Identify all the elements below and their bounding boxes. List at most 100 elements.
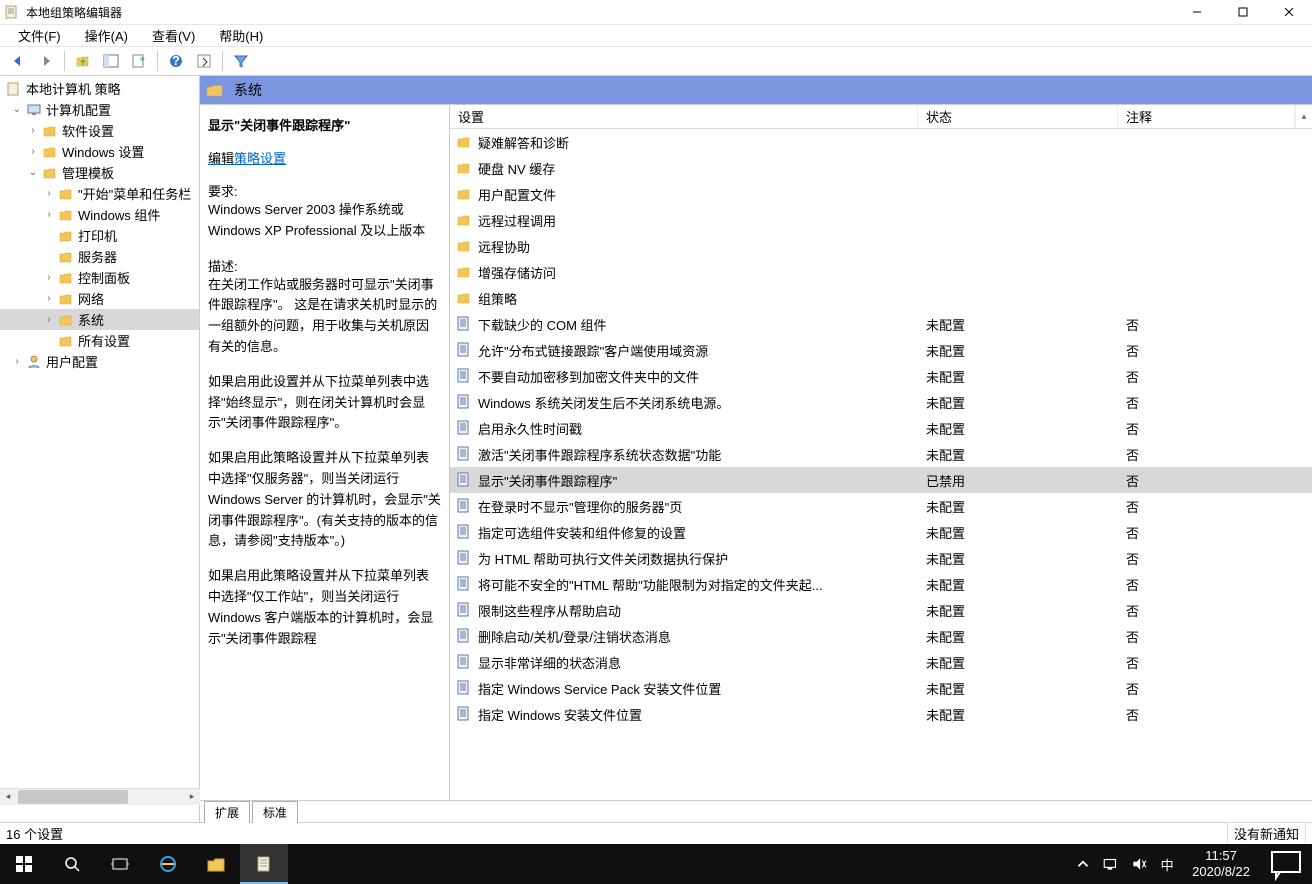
folder-icon bbox=[58, 333, 74, 349]
description-text: 如果启用此设置并从下拉菜单列表中选择"始终显示"，则在闭关计算机时会显示"关闭事… bbox=[208, 372, 441, 434]
taskbar-explorer[interactable] bbox=[192, 844, 240, 884]
tree-printers[interactable]: 打印机 bbox=[0, 225, 199, 246]
column-state[interactable]: 状态 bbox=[918, 105, 1118, 128]
list-folder-row[interactable]: 疑难解答和诊断 bbox=[450, 129, 1312, 155]
list-folder-row[interactable]: 远程协助 bbox=[450, 233, 1312, 259]
tree-user-config[interactable]: › 用户配置 bbox=[0, 351, 199, 372]
show-hide-tree-button[interactable] bbox=[99, 49, 123, 73]
filter-button[interactable] bbox=[229, 49, 253, 73]
tree-software-settings[interactable]: › 软件设置 bbox=[0, 120, 199, 141]
tab-standard[interactable]: 标准 bbox=[252, 801, 298, 823]
list-policy-row[interactable]: 指定可选组件安装和组件修复的设置未配置否 bbox=[450, 519, 1312, 545]
list-policy-row[interactable]: 启用永久性时间戳未配置否 bbox=[450, 415, 1312, 441]
properties-button[interactable] bbox=[192, 49, 216, 73]
policy-comment: 否 bbox=[1118, 393, 1312, 412]
tray-chevron-icon[interactable] bbox=[1074, 855, 1092, 873]
expander-icon[interactable]: › bbox=[42, 292, 56, 306]
tree-network[interactable]: › 网络 bbox=[0, 288, 199, 309]
start-button[interactable] bbox=[0, 844, 48, 884]
expander-icon[interactable]: › bbox=[42, 187, 56, 201]
tree-hscroll[interactable]: ◂ ▸ bbox=[0, 788, 200, 804]
export-button[interactable] bbox=[127, 49, 151, 73]
taskbar-gpedit[interactable] bbox=[240, 844, 288, 884]
search-button[interactable] bbox=[48, 844, 96, 884]
list-policy-row[interactable]: Windows 系统关闭发生后不关闭系统电源。未配置否 bbox=[450, 389, 1312, 415]
menu-help[interactable]: 帮助(H) bbox=[207, 24, 275, 47]
list-folder-row[interactable]: 远程过程调用 bbox=[450, 207, 1312, 233]
column-comment[interactable]: 注释 bbox=[1118, 105, 1295, 128]
maximize-button[interactable] bbox=[1220, 0, 1266, 24]
forward-button[interactable] bbox=[34, 49, 58, 73]
taskbar-ie[interactable] bbox=[144, 844, 192, 884]
policy-label: 指定 Windows 安装文件位置 bbox=[478, 705, 642, 724]
list-folder-row[interactable]: 增强存储访问 bbox=[450, 259, 1312, 285]
policy-label: 在登录时不显示"管理你的服务器"页 bbox=[478, 497, 682, 516]
list-policy-row[interactable]: 显示非常详细的状态消息未配置否 bbox=[450, 649, 1312, 675]
up-button[interactable] bbox=[71, 49, 95, 73]
column-setting[interactable]: 设置 bbox=[450, 105, 918, 128]
policy-comment: 否 bbox=[1118, 445, 1312, 464]
list-policy-row[interactable]: 在登录时不显示"管理你的服务器"页未配置否 bbox=[450, 493, 1312, 519]
expander-icon[interactable]: › bbox=[42, 208, 56, 222]
policy-icon bbox=[456, 576, 472, 592]
policy-state: 未配置 bbox=[918, 549, 1118, 568]
tree-system[interactable]: › 系统 bbox=[0, 309, 199, 330]
policy-comment: 否 bbox=[1118, 627, 1312, 646]
menu-view[interactable]: 查看(V) bbox=[140, 24, 207, 47]
expander-icon[interactable]: › bbox=[26, 124, 40, 138]
tree-computer-config[interactable]: ⌄ 计算机配置 bbox=[0, 99, 199, 120]
list-folder-row[interactable]: 组策略 bbox=[450, 285, 1312, 311]
expander-icon[interactable]: › bbox=[42, 271, 56, 285]
folder-icon bbox=[456, 186, 472, 202]
expander-icon[interactable]: › bbox=[26, 145, 40, 159]
menu-action[interactable]: 操作(A) bbox=[73, 24, 140, 47]
tree-all-settings[interactable]: 所有设置 bbox=[0, 330, 199, 351]
scroll-left-button[interactable]: ◂ bbox=[0, 789, 16, 805]
list-policy-row[interactable]: 为 HTML 帮助可执行文件关闭数据执行保护未配置否 bbox=[450, 545, 1312, 571]
close-button[interactable] bbox=[1266, 0, 1312, 24]
list-policy-row[interactable]: 限制这些程序从帮助启动未配置否 bbox=[450, 597, 1312, 623]
folder-icon bbox=[58, 228, 74, 244]
tree-windows-components[interactable]: › Windows 组件 bbox=[0, 204, 199, 225]
tab-extended[interactable]: 扩展 bbox=[204, 801, 250, 823]
back-button[interactable] bbox=[6, 49, 30, 73]
expander-icon[interactable]: ⌄ bbox=[26, 166, 40, 180]
list-policy-row[interactable]: 显示"关闭事件跟踪程序"已禁用否 bbox=[450, 467, 1312, 493]
task-view-button[interactable] bbox=[96, 844, 144, 884]
list-folder-row[interactable]: 硬盘 NV 缓存 bbox=[450, 155, 1312, 181]
policy-comment: 否 bbox=[1118, 523, 1312, 542]
tree-admin-templates[interactable]: ⌄ 管理模板 bbox=[0, 162, 199, 183]
expander-icon[interactable]: › bbox=[10, 355, 24, 369]
expander-icon[interactable]: › bbox=[42, 313, 56, 327]
minimize-button[interactable] bbox=[1174, 0, 1220, 24]
list-folder-row[interactable]: 用户配置文件 bbox=[450, 181, 1312, 207]
edit-policy-link[interactable]: 编辑策略设置 bbox=[208, 148, 441, 167]
help-button[interactable]: ? bbox=[164, 49, 188, 73]
tree-control-panel[interactable]: › 控制面板 bbox=[0, 267, 199, 288]
list-policy-row[interactable]: 激活"关闭事件跟踪程序系统状态数据"功能未配置否 bbox=[450, 441, 1312, 467]
tray-volume-icon[interactable] bbox=[1130, 855, 1148, 873]
tray-clock[interactable]: 11:57 2020/8/22 bbox=[1186, 848, 1256, 879]
list-policy-row[interactable]: 指定 Windows Service Pack 安装文件位置未配置否 bbox=[450, 675, 1312, 701]
scroll-right-button[interactable]: ▸ bbox=[184, 789, 200, 805]
description-text: 如果启用此策略设置并从下拉菜单列表中选择"仅工作站"，则当关闭运行 Window… bbox=[208, 566, 441, 649]
scroll-up-button[interactable]: ▴ bbox=[1295, 105, 1312, 128]
tray-ime[interactable]: 中 bbox=[1158, 855, 1176, 873]
list-policy-row[interactable]: 不要自动加密移到加密文件夹中的文件未配置否 bbox=[450, 363, 1312, 389]
menu-file[interactable]: 文件(F) bbox=[6, 24, 73, 47]
list-policy-row[interactable]: 下载缺少的 COM 组件未配置否 bbox=[450, 311, 1312, 337]
tray-network-icon[interactable] bbox=[1102, 855, 1120, 873]
list-policy-row[interactable]: 允许"分布式链接跟踪"客户端使用域资源未配置否 bbox=[450, 337, 1312, 363]
policy-label: 启用永久性时间戳 bbox=[478, 419, 582, 438]
tree-server[interactable]: 服务器 bbox=[0, 246, 199, 267]
list-policy-row[interactable]: 将可能不安全的"HTML 帮助"功能限制为对指定的文件夹起...未配置否 bbox=[450, 571, 1312, 597]
policy-state: 未配置 bbox=[918, 341, 1118, 360]
tree-root[interactable]: 本地计算机 策略 bbox=[0, 78, 199, 99]
tree-start-menu[interactable]: › "开始"菜单和任务栏 bbox=[0, 183, 199, 204]
expander-icon[interactable]: ⌄ bbox=[10, 103, 24, 117]
tree-windows-settings[interactable]: › Windows 设置 bbox=[0, 141, 199, 162]
list-policy-row[interactable]: 指定 Windows 安装文件位置未配置否 bbox=[450, 701, 1312, 727]
scroll-thumb[interactable] bbox=[18, 790, 128, 804]
list-policy-row[interactable]: 删除启动/关机/登录/注销状态消息未配置否 bbox=[450, 623, 1312, 649]
action-center-button[interactable] bbox=[1266, 844, 1306, 884]
